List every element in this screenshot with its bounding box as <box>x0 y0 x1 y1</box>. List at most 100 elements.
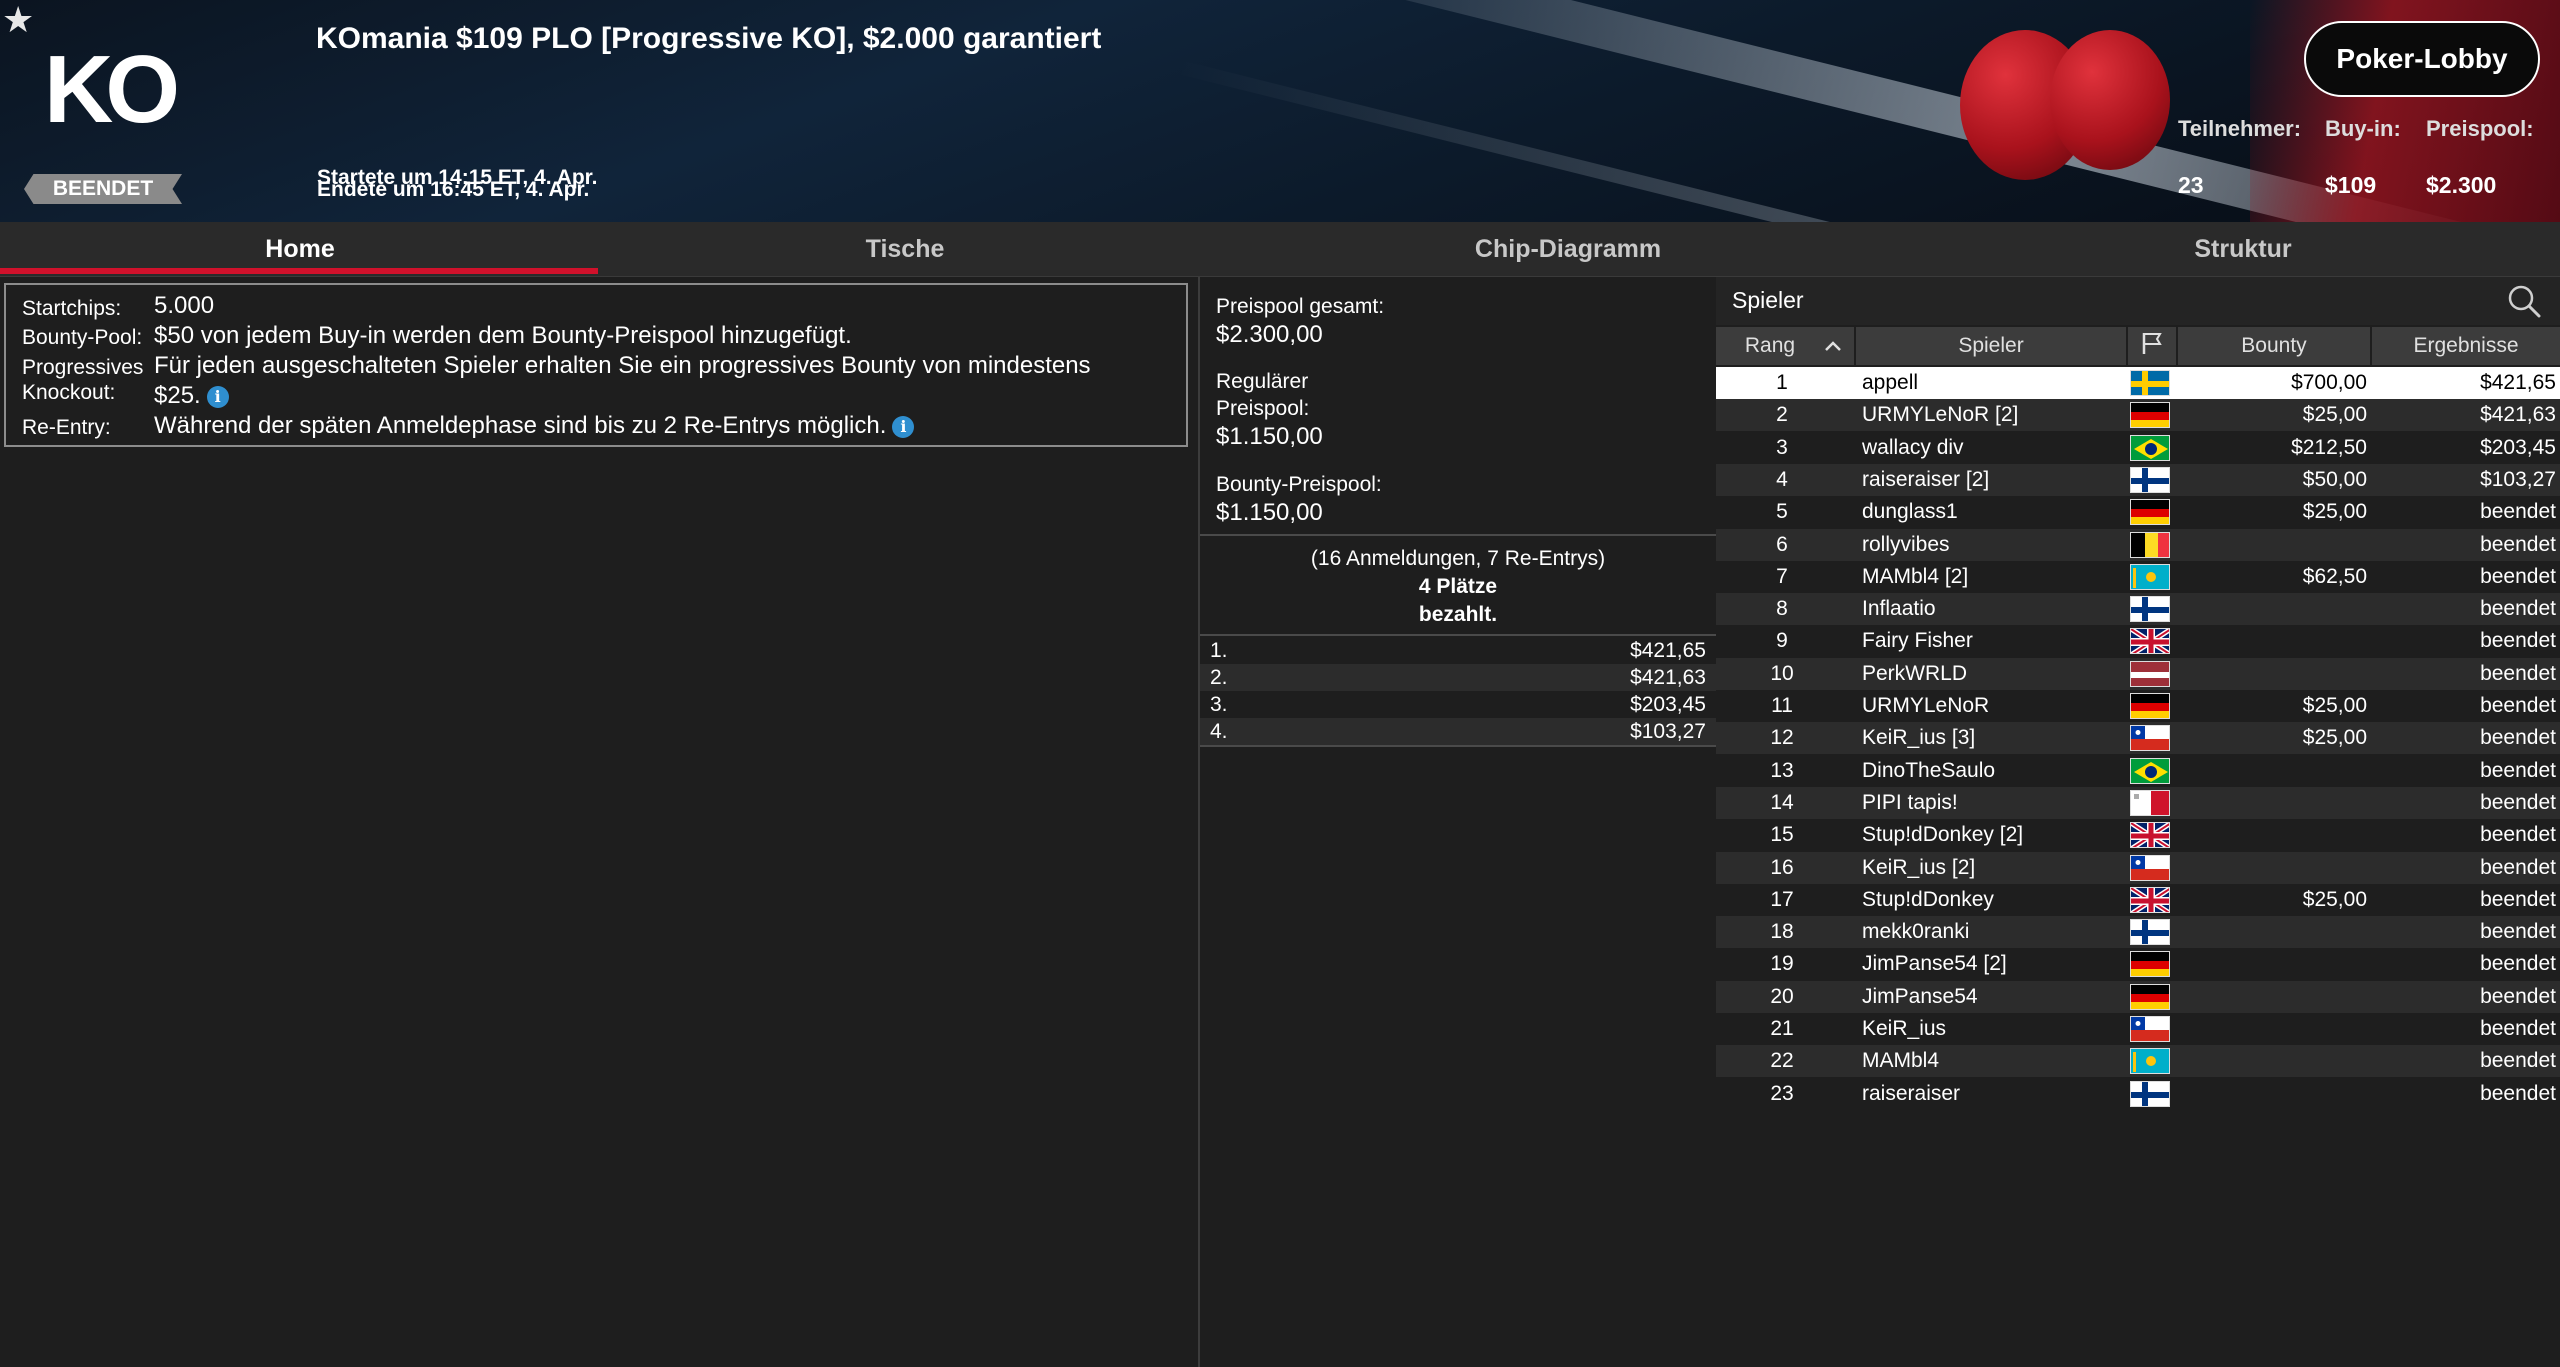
table-row[interactable]: 8 Inflaatio beendet <box>1716 593 2560 626</box>
table-row[interactable]: 1 appell $700,00 $421,65 <box>1716 367 2560 399</box>
table-row[interactable]: 13 DinoTheSaulo beendet <box>1716 755 2560 787</box>
column-header-results[interactable]: Ergebnisse <box>2372 327 2560 365</box>
brazil-flag-icon <box>2130 757 2170 784</box>
table-row[interactable]: 5 dunglass1 $25,00 beendet <box>1716 496 2560 528</box>
tab-tables[interactable]: Tische <box>605 222 1205 276</box>
player-bounty: $25,00 <box>2302 887 2367 911</box>
bounty-prizepool-value: $1.150,00 <box>1216 499 1323 526</box>
player-result: beendet <box>2480 823 2556 847</box>
player-result: $203,45 <box>2480 435 2556 459</box>
payout-place: 1. <box>1210 639 1228 662</box>
player-result: beendet <box>2480 984 2556 1008</box>
payout-amount: $421,65 <box>1630 639 1706 662</box>
player-name: dunglass1 <box>1862 500 1958 524</box>
column-header-country[interactable] <box>2128 327 2178 365</box>
payout-amount: $203,45 <box>1630 693 1706 716</box>
table-row[interactable]: 15 Stup!dDonkey [2] beendet <box>1716 819 2560 851</box>
player-name: KeiR_ius [2] <box>1862 855 1976 879</box>
payout-place: 2. <box>1210 666 1228 689</box>
tab-structure[interactable]: Struktur <box>1943 222 2543 276</box>
table-row[interactable]: 23 raiseraiser beendet <box>1716 1078 2560 1110</box>
payout-place: 4. <box>1210 720 1228 743</box>
sort-ascending-icon[interactable] <box>1822 335 1844 363</box>
table-row[interactable]: 2 URMYLeNoR [2] $25,00 $421,63 <box>1716 399 2560 432</box>
table-row[interactable]: 4 raiseraiser [2] $50,00 $103,27 <box>1716 463 2560 496</box>
malta-flag-icon <box>2130 789 2170 816</box>
payout-amount: $421,63 <box>1630 666 1706 689</box>
player-bounty: $25,00 <box>2302 726 2367 750</box>
table-row[interactable]: 12 KeiR_ius [3] $25,00 beendet <box>1716 722 2560 755</box>
player-rank: 14 <box>1770 790 1794 814</box>
player-result: beendet <box>2480 597 2556 621</box>
chile-flag-icon <box>2130 1016 2170 1042</box>
table-row[interactable]: 18 mekk0ranki beendet <box>1716 916 2560 949</box>
player-result: beendet <box>2480 952 2556 976</box>
bountypool-label: Bounty-Pool: <box>22 326 143 349</box>
player-bounty: $212,50 <box>2291 435 2367 459</box>
payout-row: 1. $421,65 <box>1200 637 1716 664</box>
player-rank: 21 <box>1770 1017 1794 1040</box>
kazakhstan-flag-icon <box>2130 1048 2170 1075</box>
player-name: MAMbl4 [2] <box>1862 564 1969 588</box>
payout-place: 3. <box>1210 693 1228 716</box>
player-rank: 1 <box>1776 371 1788 394</box>
participants-value: 23 <box>2178 172 2204 198</box>
player-rank: 10 <box>1770 661 1794 685</box>
table-row[interactable]: 16 KeiR_ius [2] beendet <box>1716 851 2560 884</box>
player-rank: 22 <box>1770 1049 1794 1073</box>
column-header-player[interactable]: Spieler <box>1856 327 2128 365</box>
rank-header-label: Rang <box>1744 334 1796 357</box>
poker-lobby-button[interactable]: Poker-Lobby <box>2304 21 2540 97</box>
table-row[interactable]: 9 Fairy Fisher beendet <box>1716 625 2560 657</box>
boxing-glove-icon <box>2050 30 2170 170</box>
player-result: beendet <box>2480 1017 2556 1040</box>
player-name: PIPI tapis! <box>1862 790 1958 814</box>
table-row[interactable]: 10 PerkWRLD beendet <box>1716 657 2560 690</box>
player-rank: 12 <box>1770 726 1794 750</box>
favorite-star-icon[interactable]: ★ <box>2 0 34 40</box>
player-name: appell <box>1862 371 1919 394</box>
divider <box>1200 634 1716 636</box>
tab-chip-chart[interactable]: Chip-Diagramm <box>1268 222 1868 276</box>
table-row[interactable]: 7 MAMbl4 [2] $62,50 beendet <box>1716 561 2560 593</box>
info-icon[interactable]: i <box>892 415 915 438</box>
prizepool-label: Preispool: <box>2426 116 2534 141</box>
column-header-rank[interactable]: Rang <box>1716 327 1856 365</box>
table-row[interactable]: 11 URMYLeNoR $25,00 beendet <box>1716 690 2560 722</box>
table-row[interactable]: 6 rollyvibes beendet <box>1716 528 2560 561</box>
uk-flag-icon <box>2130 822 2170 849</box>
latvia-flag-icon <box>2130 660 2170 687</box>
regular-prizepool-label-2: Preispool: <box>1216 397 1310 420</box>
entries-count: (16 Anmeldungen, 7 Re-Entrys) <box>1310 547 1606 570</box>
info-icon[interactable]: i <box>206 385 229 408</box>
finland-flag-icon <box>2130 596 2170 623</box>
tab-bar: Home Tische Chip-Diagramm Struktur <box>0 222 2560 277</box>
table-row[interactable]: 14 PIPI tapis! beendet <box>1716 786 2560 819</box>
table-row[interactable]: 19 JimPanse54 [2] beendet <box>1716 948 2560 980</box>
player-rank: 17 <box>1770 887 1794 911</box>
paid-places-suffix: bezahlt. <box>1418 603 1498 626</box>
progressive-value-min: $25. i <box>154 382 229 410</box>
germany-flag-icon <box>2130 983 2170 1010</box>
player-name: DinoTheSaulo <box>1862 758 1996 782</box>
player-rank: 2 <box>1776 403 1788 427</box>
player-name: raiseraiser <box>1862 1081 1961 1105</box>
end-time: Endete um 16:45 ET, 4. Apr. <box>317 178 590 201</box>
finland-flag-icon <box>2130 919 2170 946</box>
player-rank: 18 <box>1770 920 1794 944</box>
table-row[interactable]: 22 MAMbl4 beendet <box>1716 1045 2560 1078</box>
tournament-header: ★ KO BEENDET KOmania $109 PLO [Progressi… <box>0 0 2560 222</box>
payout-row: 4. $103,27 <box>1200 718 1716 745</box>
table-row[interactable]: 20 JimPanse54 beendet <box>1716 980 2560 1013</box>
progressive-label: Progressives <box>22 356 144 379</box>
player-name: raiseraiser [2] <box>1862 467 1990 491</box>
table-row[interactable]: 3 wallacy div $212,50 $203,45 <box>1716 432 2560 464</box>
player-rank: 6 <box>1776 532 1788 556</box>
chile-flag-icon <box>2130 854 2170 881</box>
table-row[interactable]: 21 KeiR_ius beendet <box>1716 1013 2560 1045</box>
column-header-bounty[interactable]: Bounty <box>2178 327 2372 365</box>
search-icon[interactable] <box>2506 283 2542 324</box>
player-rank: 9 <box>1776 629 1788 653</box>
player-bounty: $25,00 <box>2302 500 2367 524</box>
table-row[interactable]: 17 Stup!dDonkey $25,00 beendet <box>1716 884 2560 916</box>
